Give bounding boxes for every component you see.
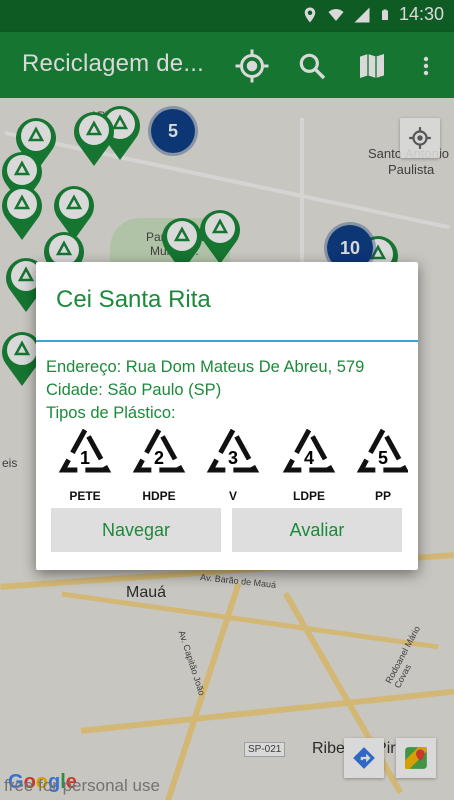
recycling-symbol-icon: 4: [282, 426, 336, 473]
plastic-type-item: 4 LDPE: [274, 426, 344, 503]
plastic-number: 3: [228, 448, 238, 468]
plastic-types-label: Tipos de Plástico:: [46, 404, 176, 422]
plastic-number: 2: [154, 448, 164, 468]
plastic-type-item: 5 PP: [348, 426, 408, 503]
address-text: Endereço: Rua Dom Mateus De Abreu, 579: [46, 358, 365, 376]
plastic-number: 5: [378, 448, 388, 468]
plastic-code: V: [228, 489, 237, 503]
dialog-title: Cei Santa Rita: [56, 286, 211, 313]
navigate-button[interactable]: Navegar: [51, 508, 221, 552]
plastic-type-item: 2 HDPE: [124, 426, 194, 503]
dialog-divider: [36, 340, 418, 342]
point-details-dialog: Cei Santa Rita Endereço: Rua Dom Mateus …: [36, 262, 418, 570]
recycling-symbol-icon: 1: [58, 426, 112, 473]
plastic-number: 1: [80, 448, 90, 468]
city-text: Cidade: São Paulo (SP): [46, 381, 222, 399]
plastic-code: HDPE: [142, 489, 176, 503]
rate-button[interactable]: Avaliar: [232, 508, 402, 552]
plastic-code: PP: [374, 489, 391, 503]
recycling-symbol-icon: 5: [356, 426, 408, 473]
plastic-type-item: 3 V: [198, 426, 268, 503]
plastic-types-list: 1 PETE 2 HDPE 3 V 4 LDPE 5 PP: [46, 426, 408, 504]
plastic-code: LDPE: [292, 489, 325, 503]
plastic-number: 4: [304, 448, 314, 468]
plastic-code: PETE: [69, 489, 101, 503]
recycling-symbol-icon: 2: [132, 426, 186, 473]
recycling-symbol-icon: 3: [206, 426, 260, 473]
plastic-type-item: 1 PETE: [50, 426, 120, 503]
